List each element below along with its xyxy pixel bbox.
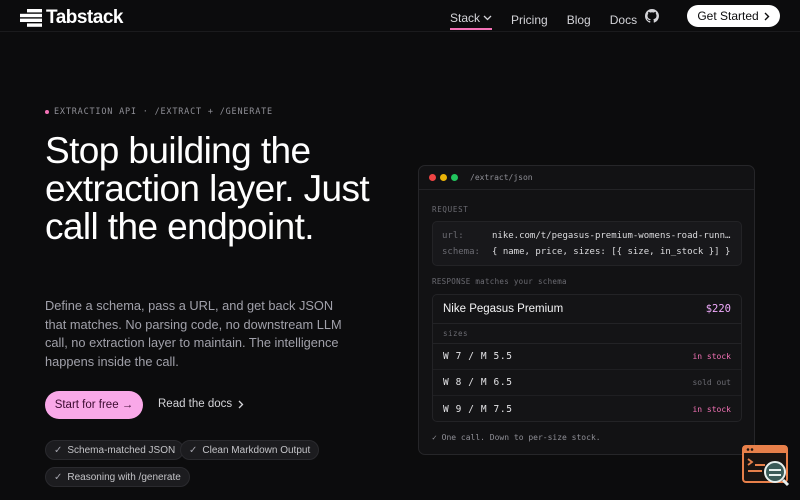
window-close-dot-icon bbox=[429, 174, 436, 181]
request-key: schema: bbox=[442, 247, 480, 257]
feature-chip: ✓ Reasoning with /generate bbox=[45, 467, 190, 487]
size-name: W 8 / M 6.5 bbox=[443, 377, 513, 388]
window-maximize-dot-icon bbox=[451, 174, 458, 181]
request-box: url: nike.com/t/pegasus-premium-womens-r… bbox=[432, 221, 742, 266]
panel-header: /extract/json bbox=[419, 166, 754, 190]
chevron-right-icon bbox=[764, 12, 770, 20]
product-row: Nike Pegasus Premium $220 bbox=[433, 295, 741, 324]
size-row: W 8 / M 6.5 sold out bbox=[433, 370, 741, 396]
eyebrow: EXTRACTION API · /EXTRACT + /GENERATE bbox=[45, 107, 273, 117]
request-url-row: url: nike.com/t/pegasus-premium-womens-r… bbox=[442, 228, 732, 244]
size-row: W 7 / M 5.5 in stock bbox=[433, 344, 741, 370]
request-url-value: nike.com/t/pegasus-premium-womens-road-r… bbox=[492, 231, 732, 241]
size-name: W 9 / M 7.5 bbox=[443, 403, 513, 415]
start-free-button[interactable]: Start for free → bbox=[45, 391, 143, 419]
nav-link-pricing[interactable]: Pricing bbox=[511, 13, 548, 27]
request-schema-row: schema: { name, price, sizes: [{ size, i… bbox=[442, 244, 732, 260]
check-icon: ✓ bbox=[54, 471, 63, 483]
chevron-down-icon bbox=[483, 15, 492, 21]
stock-status: in stock bbox=[692, 404, 731, 414]
product-price: $220 bbox=[705, 303, 731, 315]
brand-name: Tabstack bbox=[46, 7, 123, 28]
hero-headline: Stop building the extraction layer. Just… bbox=[45, 130, 370, 247]
read-docs-label: Read the docs bbox=[158, 398, 233, 410]
eyebrow-text: EXTRACTION API · /EXTRACT + /GENERATE bbox=[54, 107, 273, 117]
check-icon: ✓ bbox=[189, 444, 198, 456]
nav-link-blog[interactable]: Blog bbox=[567, 13, 591, 27]
tabstack-logo-icon bbox=[20, 9, 42, 27]
chevron-right-icon bbox=[238, 400, 244, 408]
nav-links: Stack Pricing Blog Docs bbox=[450, 9, 656, 30]
feature-chip: ✓ Schema-matched JSON bbox=[45, 440, 185, 460]
nav-link-docs[interactable]: Docs bbox=[610, 13, 637, 27]
feature-chip-label: Reasoning with /generate bbox=[67, 471, 181, 483]
window-minimize-dot-icon bbox=[440, 174, 447, 181]
panel-title: /extract/json bbox=[470, 173, 533, 182]
hero-subtext: Define a schema, pass a URL, and get bac… bbox=[45, 298, 342, 369]
get-started-button[interactable]: Get Started bbox=[687, 5, 780, 27]
sizes-label: sizes bbox=[433, 324, 741, 344]
request-key: url: bbox=[442, 231, 464, 241]
get-started-label: Get Started bbox=[697, 9, 759, 23]
request-schema-value: { name, price, sizes: [{ size, in_stock … bbox=[492, 247, 731, 257]
request-label: REQUEST bbox=[432, 205, 469, 214]
top-nav: Tabstack Stack Pricing Blog Docs Get Sta… bbox=[0, 0, 800, 32]
size-name: W 7 / M 5.5 bbox=[443, 351, 513, 362]
extract-demo-panel: /extract/json REQUEST url: nike.com/t/pe… bbox=[418, 165, 755, 455]
stock-status: sold out bbox=[692, 378, 731, 387]
brand-logo[interactable]: Tabstack bbox=[20, 7, 123, 29]
size-row: W 9 / M 7.5 in stock bbox=[433, 396, 741, 421]
feature-chip: ✓ Clean Markdown Output bbox=[180, 440, 320, 460]
nav-link-stack[interactable]: Stack bbox=[450, 11, 493, 30]
response-label: RESPONSE matches your schema bbox=[432, 277, 567, 286]
github-icon[interactable] bbox=[645, 9, 659, 23]
check-icon: ✓ bbox=[54, 444, 63, 456]
feature-chip-label: Clean Markdown Output bbox=[202, 444, 311, 456]
stock-status: in stock bbox=[692, 352, 731, 361]
feature-chip-label: Schema-matched JSON bbox=[67, 444, 176, 456]
read-docs-link[interactable]: Read the docs bbox=[158, 398, 244, 410]
help-widget-icon[interactable] bbox=[742, 445, 790, 487]
response-box: Nike Pegasus Premium $220 sizes W 7 / M … bbox=[432, 294, 742, 422]
eyebrow-dot-icon bbox=[45, 110, 49, 114]
nav-link-stack-label: Stack bbox=[450, 11, 481, 25]
panel-footnote: ✓ One call. Down to per-size stock. bbox=[432, 433, 601, 442]
product-name: Nike Pegasus Premium bbox=[443, 303, 564, 315]
